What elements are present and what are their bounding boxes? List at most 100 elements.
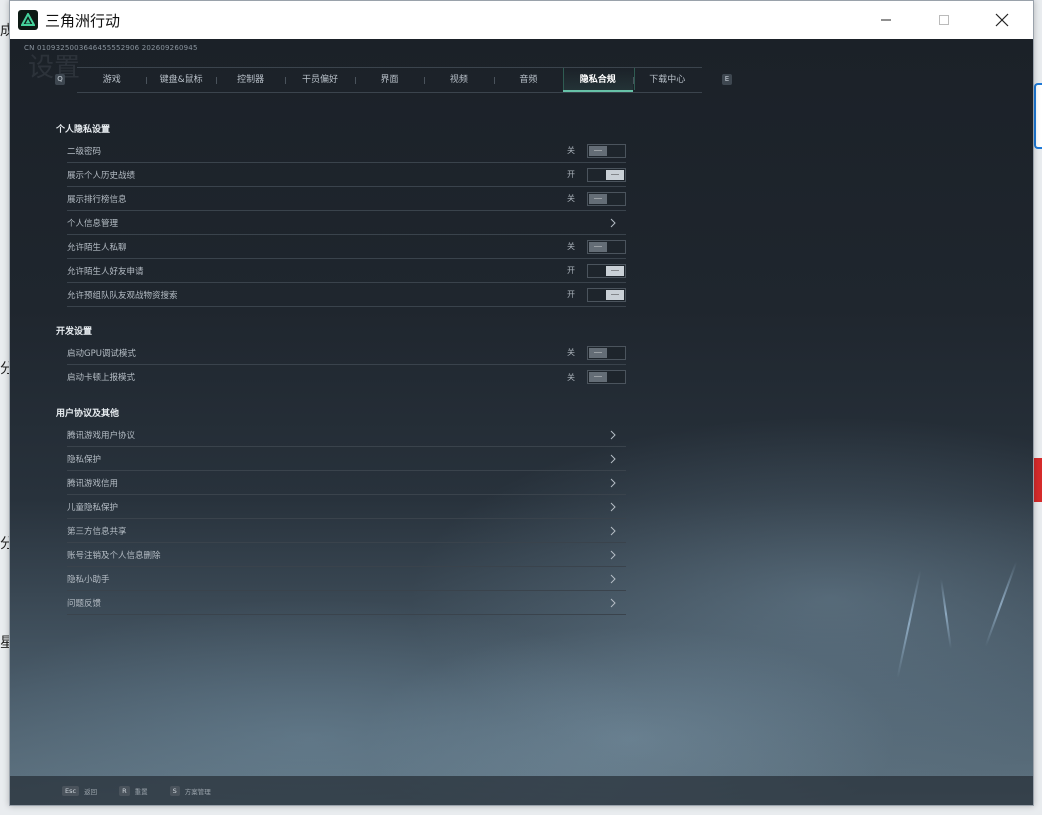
- bg-app-button: [1034, 83, 1042, 149]
- minimize-button[interactable]: [858, 1, 914, 39]
- stranger-friend-request-toggle[interactable]: [587, 263, 626, 278]
- toggle-knob: [606, 265, 624, 276]
- delta-logo-icon: [18, 10, 38, 30]
- setting-row-gpu-debug: 启动GPU调试模式 关: [67, 341, 626, 365]
- tab-controller[interactable]: 控制器: [215, 68, 285, 92]
- setting-row-feedback[interactable]: 问题反馈: [67, 591, 626, 615]
- game-window: 三角洲行动 设置 CN 0109325003646455552906 20260…: [9, 0, 1034, 806]
- close-icon: [995, 13, 1009, 27]
- tab-interface[interactable]: 界面: [354, 68, 424, 92]
- setting-row-team-spectate: 允许预组队队友观战物资搜索 开: [67, 283, 626, 307]
- show-history-toggle[interactable]: [587, 167, 626, 182]
- hint-key: Esc: [62, 786, 80, 796]
- toggle-state-label: 关: [567, 242, 575, 251]
- setting-label: 腾讯游戏用户协议: [67, 430, 136, 441]
- setting-label: 第三方信息共享: [67, 526, 127, 537]
- toggle-state-label: 关: [567, 194, 575, 203]
- title-bar[interactable]: 三角洲行动: [10, 1, 1033, 39]
- bg-app-banner: [1034, 458, 1042, 502]
- close-button[interactable]: [974, 1, 1030, 39]
- stutter-report-toggle[interactable]: [587, 370, 626, 384]
- tab-game[interactable]: 游戏: [77, 68, 146, 92]
- tab-privacy-compliance[interactable]: 隐私合规: [563, 68, 635, 92]
- toggle-knob: [589, 145, 607, 156]
- setting-row-privacy-assistant[interactable]: 隐私小助手: [67, 567, 626, 591]
- settings-tab-bar: Q 游戏 键盘&鼠标 控制器 干员偏好 界面 视频 音频 隐私合规 下载中心 E: [55, 67, 732, 93]
- prev-tab-key[interactable]: Q: [55, 74, 65, 85]
- setting-row-stranger-chat: 允许陌生人私聊 关: [67, 235, 626, 259]
- tab-keyboard-mouse[interactable]: 键盘&鼠标: [146, 68, 215, 92]
- setting-row-user-agreement[interactable]: 腾讯游戏用户协议: [67, 423, 626, 447]
- hint-label: 返回: [84, 788, 98, 796]
- toggle-state-label: 开: [567, 170, 575, 179]
- setting-label: 允许陌生人私聊: [67, 242, 127, 253]
- setting-row-child-privacy[interactable]: 儿童隐私保护: [67, 495, 626, 519]
- setting-row-third-party-sharing[interactable]: 第三方信息共享: [67, 519, 626, 543]
- chevron-right-icon: [610, 574, 616, 584]
- toggle-state-label: 关: [567, 146, 575, 155]
- hint-key: S: [169, 786, 180, 796]
- maximize-icon: [939, 15, 949, 25]
- show-leaderboard-toggle[interactable]: [587, 191, 626, 206]
- tab-audio[interactable]: 音频: [493, 68, 563, 92]
- setting-label: 问题反馈: [67, 598, 102, 609]
- section-title-privacy: 个人隐私设置: [56, 125, 111, 135]
- setting-label: 儿童隐私保护: [67, 502, 119, 513]
- gpu-debug-toggle[interactable]: [587, 345, 626, 360]
- setting-row-secondary-password: 二级密码 关: [67, 139, 626, 163]
- setting-row-personal-info[interactable]: 个人信息管理: [67, 211, 626, 235]
- hint-scheme-management[interactable]: S 方案管理: [169, 786, 211, 796]
- toggle-knob: [606, 169, 624, 180]
- tab-operator-preference[interactable]: 干员偏好: [285, 68, 354, 92]
- tab-list: 游戏 键盘&鼠标 控制器 干员偏好 界面 视频 音频 隐私合规 下载中心: [77, 67, 702, 93]
- toggle-state-label: 开: [567, 266, 575, 275]
- chevron-right-icon: [610, 526, 616, 536]
- setting-label: 隐私小助手: [67, 574, 110, 585]
- setting-row-show-leaderboard: 展示排行榜信息 关: [67, 187, 626, 211]
- chevron-right-icon: [610, 218, 616, 228]
- setting-label: 启动卡顿上报模式: [67, 373, 136, 383]
- setting-row-game-credit[interactable]: 腾讯游戏信用: [67, 471, 626, 495]
- lightning-decoration: [896, 569, 922, 679]
- chevron-right-icon: [610, 430, 616, 440]
- toggle-state-label: 开: [567, 290, 575, 299]
- toggle-knob: [589, 347, 607, 358]
- toggle-knob: [606, 289, 624, 300]
- hint-reset[interactable]: R 重置: [119, 786, 148, 796]
- hint-back[interactable]: Esc 返回: [62, 786, 97, 796]
- setting-label: 展示个人历史战绩: [67, 170, 136, 181]
- setting-row-privacy-protection[interactable]: 隐私保护: [67, 447, 626, 471]
- section-title-developer: 开发设置: [56, 327, 93, 337]
- setting-label: 账号注销及个人信息删除: [67, 550, 161, 561]
- setting-label: 二级密码: [67, 146, 102, 157]
- section-title-agreements: 用户协议及其他: [56, 409, 120, 419]
- next-tab-key[interactable]: E: [722, 74, 732, 85]
- setting-label: 启动GPU调试模式: [67, 348, 136, 359]
- secondary-password-toggle[interactable]: [587, 143, 626, 158]
- tab-download-center[interactable]: 下载中心: [632, 68, 702, 92]
- maximize-button[interactable]: [916, 1, 972, 39]
- chevron-right-icon: [610, 502, 616, 512]
- hint-label: 方案管理: [184, 788, 211, 796]
- toggle-knob: [589, 372, 607, 382]
- toggle-state-label: 关: [567, 372, 575, 382]
- hint-key: R: [119, 786, 130, 796]
- setting-label: 允许陌生人好友申请: [67, 266, 144, 277]
- setting-label: 允许预组队队友观战物资搜索: [67, 290, 178, 301]
- chevron-right-icon: [610, 598, 616, 608]
- tab-video[interactable]: 视频: [424, 68, 493, 92]
- setting-row-account-deletion[interactable]: 账号注销及个人信息删除: [67, 543, 626, 567]
- toggle-state-label: 关: [567, 348, 575, 357]
- window-title: 三角洲行动: [45, 11, 121, 30]
- toggle-knob: [589, 193, 607, 204]
- chevron-right-icon: [610, 454, 616, 464]
- toggle-knob: [589, 241, 607, 252]
- minimize-icon: [881, 19, 891, 21]
- settings-list: 个人隐私设置 二级密码 关 展示个人历史战绩 开 展示排行榜信息 关 个人信息管…: [56, 123, 628, 615]
- setting-row-stranger-friend-request: 允许陌生人好友申请 开: [67, 259, 626, 283]
- settings-screen: 设置 CN 0109325003646455552906 20260926094…: [10, 39, 1033, 805]
- setting-label: 腾讯游戏信用: [67, 478, 119, 489]
- stranger-chat-toggle[interactable]: [587, 239, 626, 254]
- team-spectate-toggle[interactable]: [587, 287, 626, 302]
- chevron-right-icon: [610, 478, 616, 488]
